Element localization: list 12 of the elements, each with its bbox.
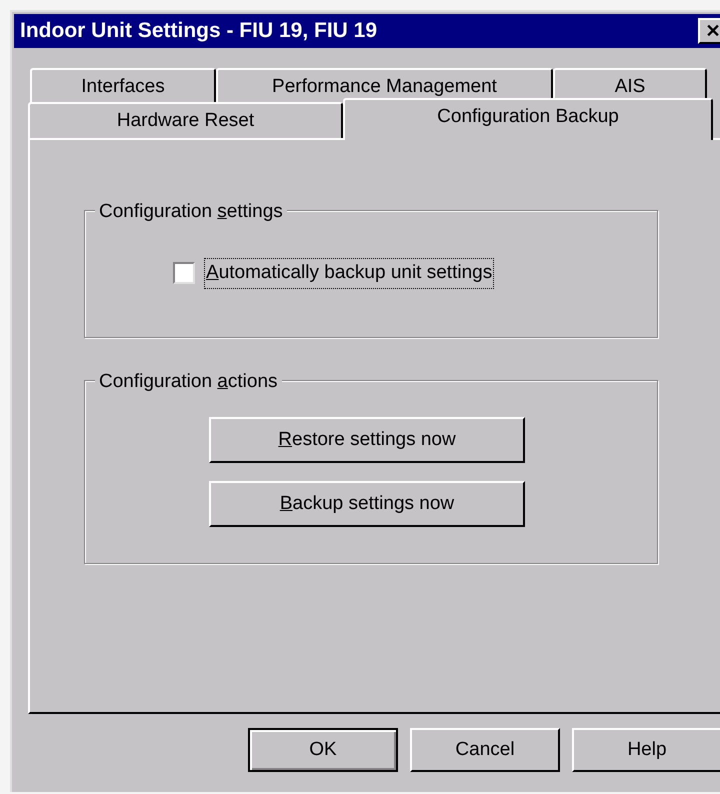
checkbox[interactable] bbox=[173, 262, 195, 284]
dialog-button[interactable]: Cancel bbox=[410, 728, 560, 772]
window-title: Indoor Unit Settings - FIU 19, FIU 19 bbox=[20, 18, 378, 44]
dialog-button[interactable]: OK bbox=[248, 728, 398, 772]
dialog-button[interactable]: Help bbox=[572, 728, 720, 772]
tab[interactable]: Configuration Backup bbox=[343, 98, 713, 140]
action-button[interactable]: Backup settings now bbox=[209, 481, 525, 527]
tab[interactable]: Interfaces bbox=[30, 68, 216, 104]
tab[interactable]: Hardware Reset bbox=[28, 102, 343, 138]
checkbox-label[interactable]: Automatically backup unit settings bbox=[205, 259, 494, 288]
close-button[interactable]: ✕ bbox=[698, 18, 720, 44]
action-button[interactable]: Restore settings now bbox=[209, 417, 525, 463]
